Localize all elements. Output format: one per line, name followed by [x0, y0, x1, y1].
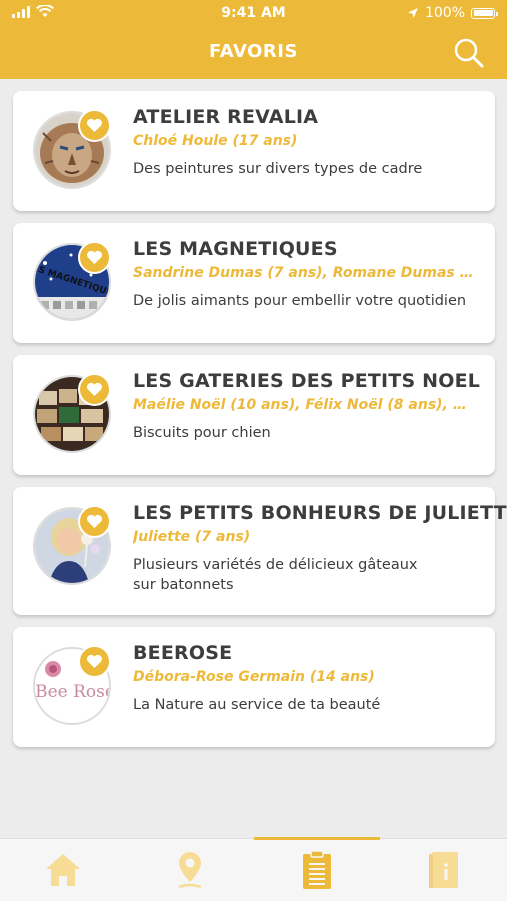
heart-icon[interactable]: [78, 373, 111, 406]
tab-info[interactable]: [381, 839, 507, 901]
favorite-card[interactable]: LES GATERIES DES PETITS NOEL Maélie Noël…: [13, 355, 495, 475]
book-info-icon: [429, 852, 458, 888]
heart-icon[interactable]: [78, 109, 111, 142]
favorite-card[interactable]: Bee Rose BEEROSE Débora-Rose Germain (14…: [13, 627, 495, 747]
tab-favorites[interactable]: [254, 837, 380, 901]
card-title: BEEROSE: [133, 642, 233, 664]
card-makers: Débora-Rose Germain (14 ans): [133, 669, 375, 685]
page-title: FAVORIS: [209, 41, 298, 62]
heart-icon[interactable]: [78, 241, 111, 274]
card-title: LES MAGNETIQUES: [133, 238, 338, 260]
heart-icon[interactable]: [78, 505, 111, 538]
card-makers: Sandrine Dumas (7 ans), Romane Dumas (11…: [133, 265, 475, 281]
tab-map[interactable]: [127, 839, 253, 901]
card-makers: Juliette (7 ans): [133, 529, 251, 545]
search-icon[interactable]: [453, 37, 485, 69]
card-text: LES PETITS BONHEURS DE JULIETTE Juliette…: [133, 502, 507, 595]
card-title: LES GATERIES DES PETITS NOEL: [133, 370, 481, 392]
location-arrow-icon: [407, 8, 418, 18]
card-makers: Chloé Houle (17 ans): [133, 133, 298, 149]
app-header: 9:41 AM 100% FAVORIS: [0, 0, 507, 79]
home-icon: [46, 854, 80, 886]
card-text: LES MAGNETIQUES Sandrine Dumas (7 ans), …: [133, 238, 475, 311]
favorites-list: ATELIER REVALIA Chloé Houle (17 ans) Des…: [13, 91, 507, 759]
card-description: Des peintures sur divers types de cadre: [133, 161, 423, 177]
card-title: ATELIER REVALIA: [133, 106, 319, 128]
tab-home[interactable]: [0, 839, 126, 901]
card-description: Plusieurs variétés de délicieux gâteaux …: [133, 557, 418, 593]
card-title: LES PETITS BONHEURS DE JULIETTE: [133, 502, 507, 524]
tab-bar: [0, 837, 507, 901]
favorite-card[interactable]: LES PETITS BONHEURS DE JULIETTE Juliette…: [13, 487, 507, 615]
card-description: De jolis aimants pour embellir votre quo…: [133, 293, 467, 309]
status-right: 100%: [407, 5, 498, 21]
clipboard-list-icon: [303, 850, 331, 889]
card-text: ATELIER REVALIA Chloé Houle (17 ans) Des…: [133, 106, 475, 179]
battery-percent: 100%: [424, 5, 465, 21]
status-bar: 9:41 AM 100%: [0, 0, 507, 28]
favorite-card[interactable]: ATELIER REVALIA Chloé Houle (17 ans) Des…: [13, 91, 495, 211]
favorite-card[interactable]: LES MAGNETIQUES LES MAGNETIQUES Sandrine…: [13, 223, 495, 343]
card-text: BEEROSE Débora-Rose Germain (14 ans) La …: [133, 642, 475, 715]
card-description: La Nature au service de ta beauté: [133, 697, 381, 713]
battery-icon: [471, 7, 498, 19]
card-description: Biscuits pour chien: [133, 425, 271, 441]
card-makers: Maélie Noël (10 ans), Félix Noël (8 ans)…: [133, 397, 475, 413]
card-text: LES GATERIES DES PETITS NOEL Maélie Noël…: [133, 370, 481, 443]
location-pin-icon: [178, 852, 202, 889]
avatar-logo-text: Bee Rose: [35, 682, 109, 702]
heart-icon[interactable]: [78, 645, 111, 678]
